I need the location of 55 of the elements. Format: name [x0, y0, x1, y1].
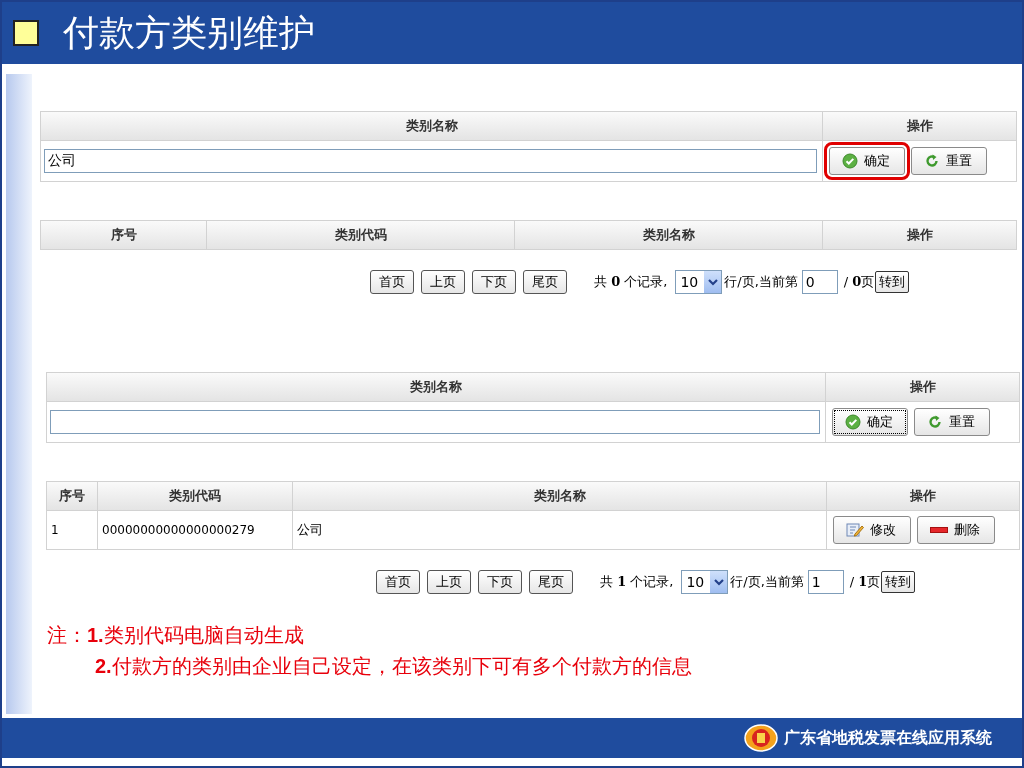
- record-count-text: 共 0 个记录,: [594, 273, 668, 291]
- per-page-text: 行/页,当前第: [730, 573, 804, 591]
- column-header: 类别名称: [47, 373, 826, 402]
- page-number-field[interactable]: 0: [801, 270, 838, 294]
- page-nav-button[interactable]: 下页: [472, 270, 516, 294]
- category-name-field[interactable]: 公司: [44, 149, 817, 173]
- page-total-text: / 1页: [849, 573, 881, 591]
- page-total-text: / 0页: [843, 273, 875, 291]
- page-nav-button[interactable]: 首页: [370, 270, 414, 294]
- note-label: 注：: [47, 623, 87, 648]
- minus-icon: [930, 526, 948, 534]
- column-header: 序号: [47, 482, 97, 510]
- column-header: 类别名称: [292, 482, 826, 510]
- page-size-select[interactable]: 10: [675, 270, 723, 294]
- check-icon: [842, 153, 858, 169]
- footer-system-name: 广东省地税发票在线应用系统: [784, 727, 992, 749]
- page-size-select[interactable]: 10: [681, 570, 729, 594]
- table-cell: 1: [51, 523, 59, 537]
- column-header: 序号: [41, 221, 206, 249]
- edit-button[interactable]: 修改: [833, 516, 911, 544]
- column-header: 类别名称: [514, 221, 822, 249]
- confirm-button[interactable]: 确定: [832, 408, 908, 436]
- column-header: 操作: [823, 112, 1016, 141]
- goto-button[interactable]: 转到: [875, 271, 910, 293]
- page-nav-button[interactable]: 上页: [427, 570, 471, 594]
- note-text: 1.类别代码电脑自动生成: [87, 623, 305, 648]
- delete-button[interactable]: 删除: [917, 516, 995, 544]
- edit-icon: [846, 522, 864, 538]
- table-cell: 00000000000000000279: [102, 523, 255, 537]
- page-number-field[interactable]: 1: [807, 570, 844, 594]
- page-nav-button[interactable]: 尾页: [529, 570, 573, 594]
- emblem-icon: [744, 724, 778, 752]
- page-nav-button[interactable]: 上页: [421, 270, 465, 294]
- page-nav-button[interactable]: 首页: [376, 570, 420, 594]
- column-header: 类别名称: [41, 112, 823, 141]
- column-header: 操作: [822, 221, 1016, 249]
- record-count-text: 共 1 个记录,: [600, 573, 674, 591]
- check-icon: [845, 414, 861, 430]
- column-header: 操作: [826, 373, 1019, 402]
- note-text: 2.付款方的类别由企业自己设定，在该类别下可有多个付款方的信息: [94, 654, 692, 679]
- reset-button[interactable]: 重置: [914, 408, 990, 436]
- column-header: 类别代码: [97, 482, 292, 510]
- table-cell: 公司: [297, 521, 323, 539]
- column-header: 类别代码: [206, 221, 514, 249]
- page-nav-button[interactable]: 下页: [478, 570, 522, 594]
- category-name-field[interactable]: [50, 410, 820, 434]
- bullet-square-icon: [13, 20, 39, 46]
- column-header: 操作: [826, 482, 1019, 510]
- page-nav-button[interactable]: 尾页: [523, 270, 567, 294]
- per-page-text: 行/页,当前第: [724, 273, 798, 291]
- goto-button[interactable]: 转到: [881, 571, 916, 593]
- reset-button[interactable]: 重置: [911, 147, 987, 175]
- slide-title: 付款方类别维护: [63, 10, 315, 55]
- refresh-icon: [924, 153, 940, 169]
- refresh-icon: [927, 414, 943, 430]
